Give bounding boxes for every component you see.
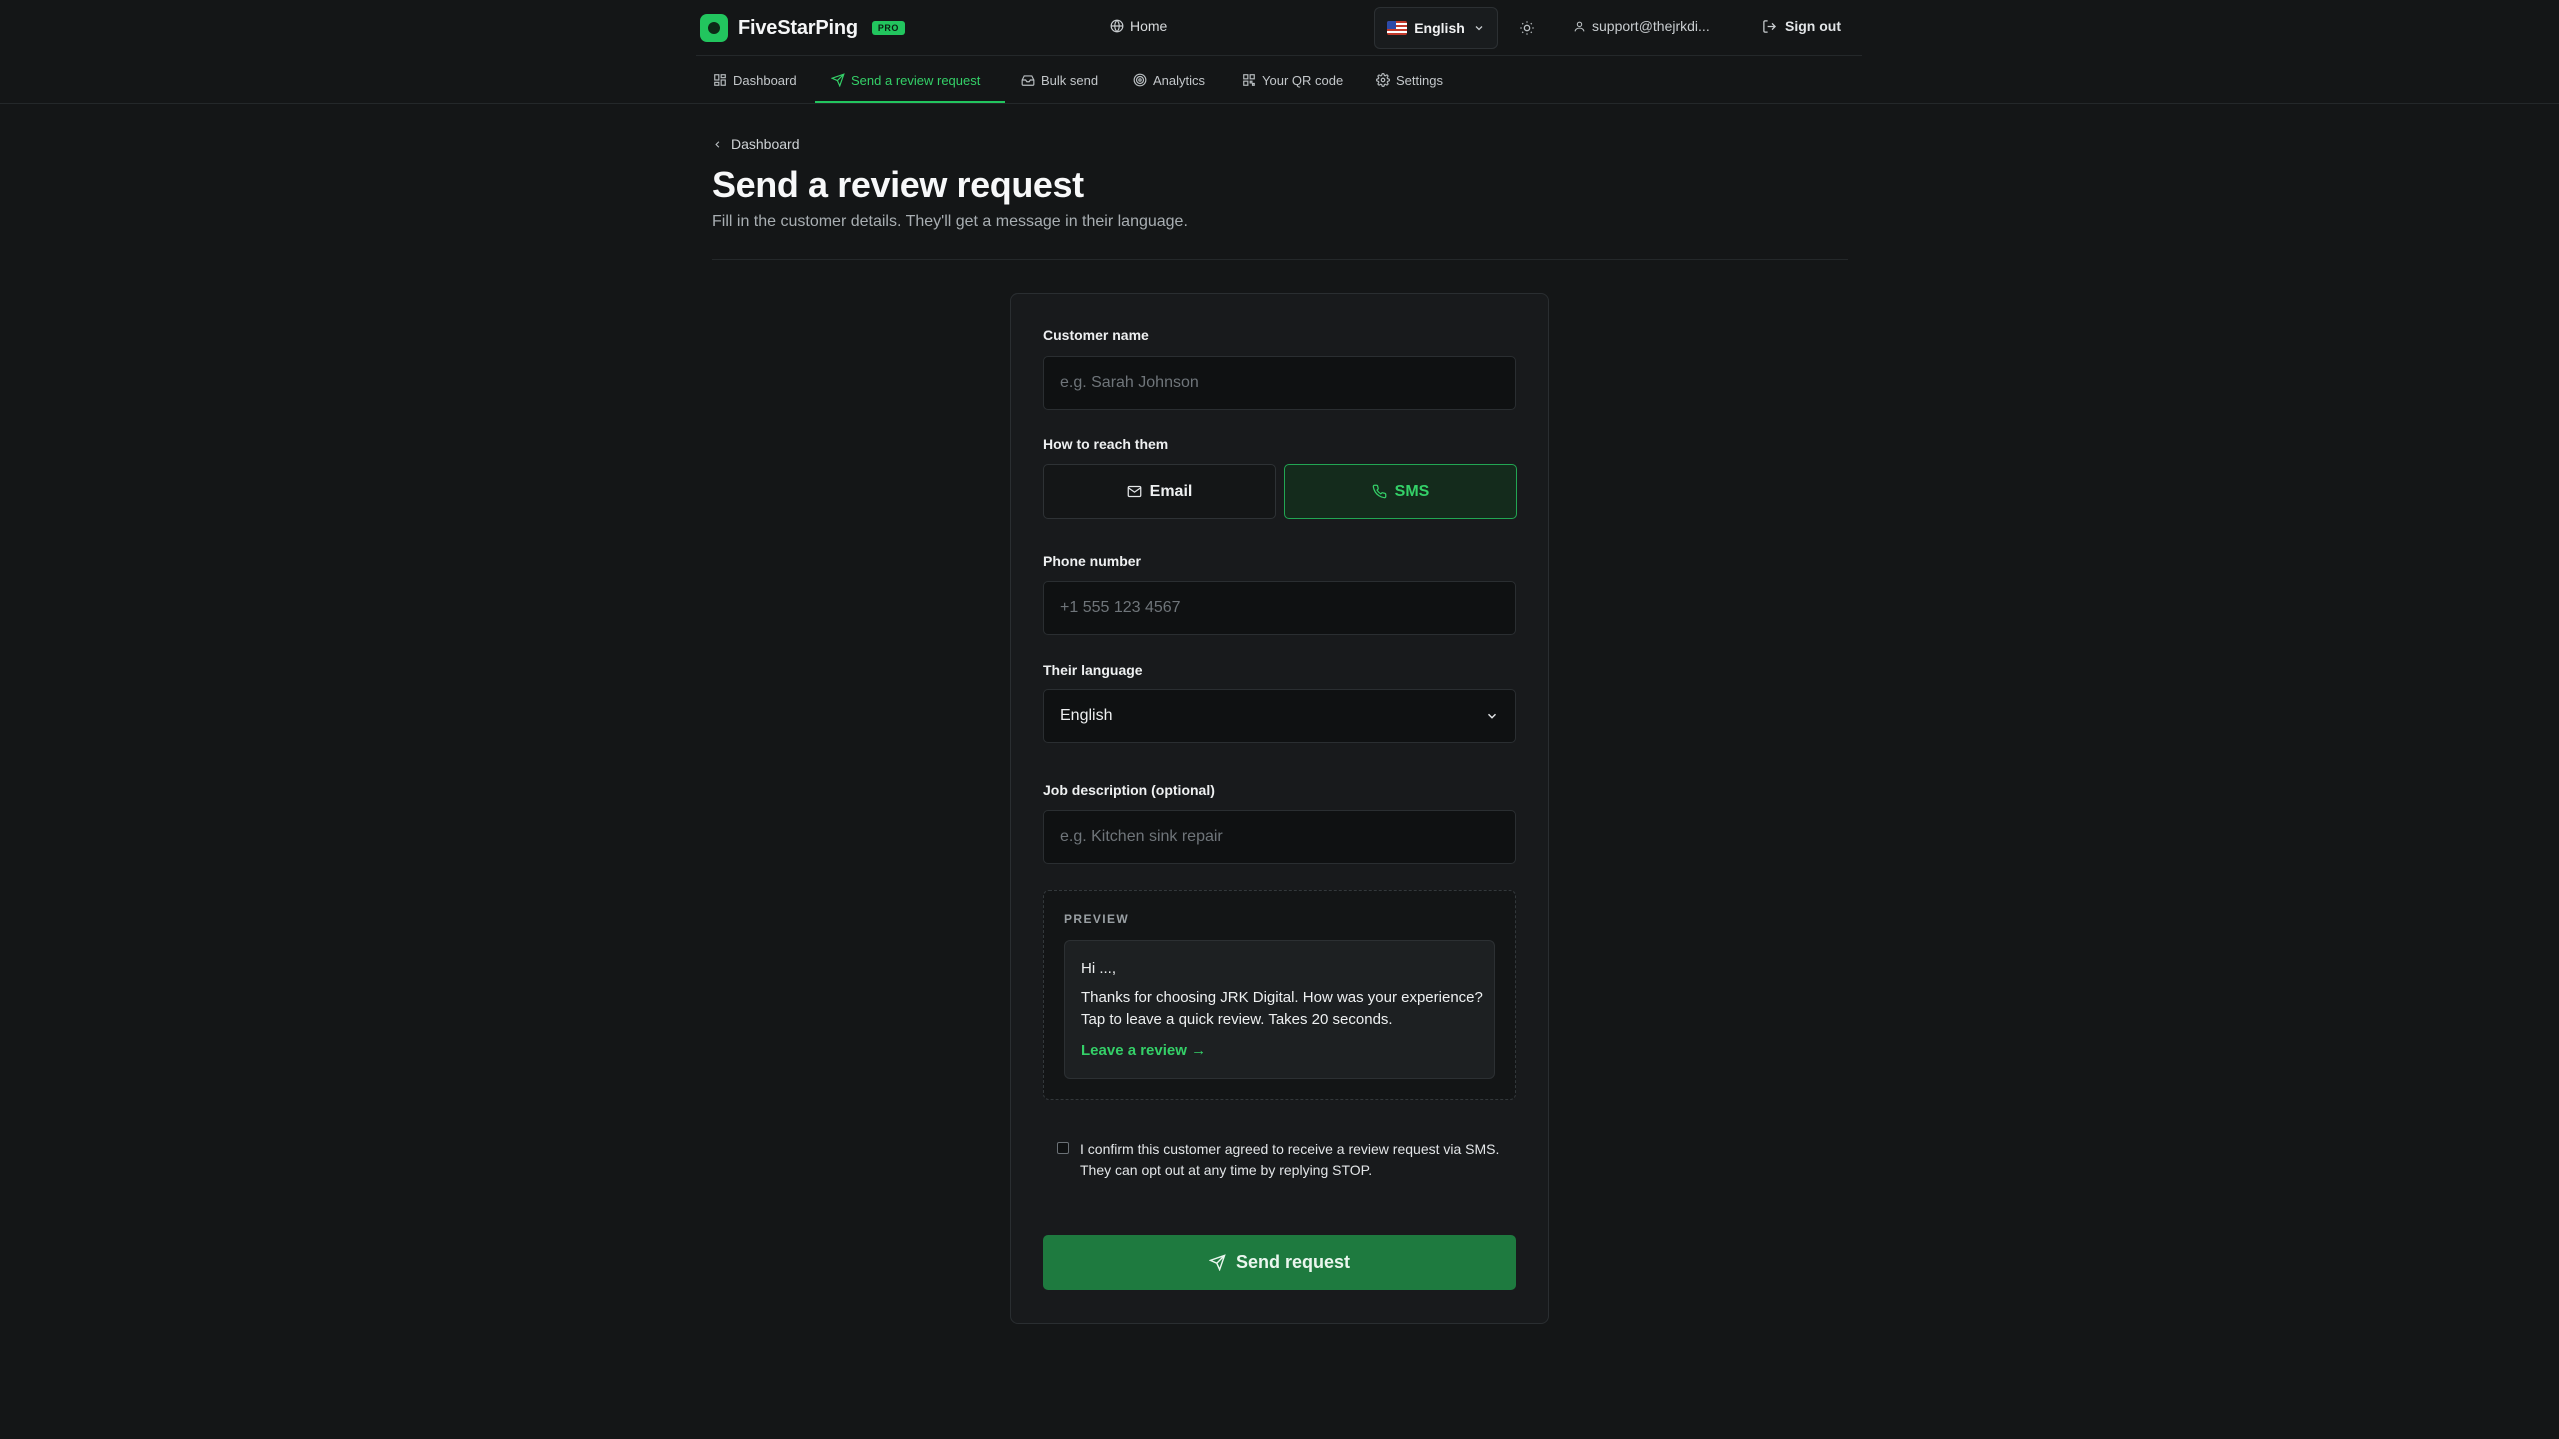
sun-icon bbox=[1520, 21, 1534, 35]
language-switcher[interactable]: English bbox=[1374, 7, 1498, 49]
chevron-down-icon bbox=[1475, 26, 1483, 31]
tab-label: Bulk send bbox=[1041, 72, 1099, 88]
user-account[interactable]: support@thejrkdi... bbox=[1573, 18, 1710, 34]
app-logo[interactable]: FiveStarPing PRO bbox=[700, 14, 905, 42]
tab-label: Send a review request bbox=[851, 72, 981, 88]
send-icon bbox=[831, 73, 845, 87]
job-description-input[interactable] bbox=[1043, 810, 1516, 864]
globe-icon bbox=[1110, 19, 1124, 33]
language-select[interactable]: English bbox=[1043, 689, 1516, 743]
app-name: FiveStarPing bbox=[738, 16, 858, 39]
grid-icon bbox=[714, 74, 726, 86]
sms-option-label: SMS bbox=[1394, 482, 1430, 500]
user-icon bbox=[1574, 21, 1585, 31]
user-email: support@thejrkdi... bbox=[1592, 18, 1710, 34]
home-label: Home bbox=[1130, 18, 1168, 34]
phone-number-input[interactable] bbox=[1043, 581, 1516, 635]
send-icon bbox=[1208, 1254, 1226, 1271]
preview-body: Thanks for choosing JRK Digital. How was… bbox=[1081, 989, 1483, 1028]
tab-analytics[interactable]: Analytics bbox=[1133, 56, 1205, 104]
email-option-label: Email bbox=[1149, 482, 1193, 500]
phone-icon bbox=[1372, 484, 1387, 499]
breadcrumb-label: Dashboard bbox=[731, 136, 800, 152]
sms-consent-checkbox[interactable] bbox=[1057, 1142, 1069, 1154]
customer-name-input[interactable] bbox=[1043, 356, 1516, 410]
nav-divider bbox=[0, 103, 2559, 104]
tab-label: Dashboard bbox=[733, 72, 797, 88]
preview-heading: PREVIEW bbox=[1064, 912, 1130, 926]
tab-qr-code[interactable]: Your QR code bbox=[1242, 56, 1343, 104]
reach-method-label: How to reach them bbox=[1043, 436, 1169, 452]
logo-icon bbox=[700, 14, 728, 42]
plan-badge: PRO bbox=[871, 21, 905, 35]
phone-number-label: Phone number bbox=[1043, 553, 1142, 569]
log-out-icon bbox=[1763, 19, 1777, 33]
language-label: Their language bbox=[1043, 662, 1143, 678]
chevron-down-icon bbox=[1487, 713, 1497, 719]
language-select-value: English bbox=[1060, 707, 1113, 724]
send-request-label: Send request bbox=[1235, 1252, 1351, 1272]
send-request-button[interactable]: Send request bbox=[1043, 1235, 1516, 1290]
tab-label: Your QR code bbox=[1262, 72, 1344, 88]
tab-send-review-request[interactable]: Send a review request bbox=[831, 56, 980, 104]
home-link[interactable]: Home bbox=[1110, 18, 1167, 34]
theme-toggle-button[interactable] bbox=[1516, 17, 1538, 39]
tab-label: Analytics bbox=[1153, 72, 1206, 88]
mail-icon bbox=[1127, 485, 1142, 498]
language-label: English bbox=[1414, 20, 1465, 36]
tab-bulk-send[interactable]: Bulk send bbox=[1021, 56, 1098, 104]
preview-review-link: Leave a review → bbox=[1081, 1042, 1207, 1059]
main-nav: Dashboard Send a review request Bulk sen… bbox=[0, 56, 2559, 104]
sign-out-button[interactable]: Sign out bbox=[1762, 18, 1841, 34]
preview-greeting: Hi ..., bbox=[1081, 960, 1117, 977]
breadcrumb[interactable]: Dashboard bbox=[712, 136, 800, 152]
page-title: Send a review request bbox=[712, 164, 1084, 205]
page-subtitle: Fill in the customer details. They'll ge… bbox=[712, 213, 1188, 230]
job-description-label: Job description (optional) bbox=[1043, 782, 1215, 798]
gear-icon bbox=[1376, 73, 1390, 87]
customer-name-label: Customer name bbox=[1043, 327, 1149, 343]
top-bar: FiveStarPing PRO Home English support@th… bbox=[0, 0, 2559, 56]
email-option-button[interactable]: Email bbox=[1043, 464, 1276, 519]
tab-dashboard[interactable]: Dashboard bbox=[713, 56, 797, 104]
sms-option-button[interactable]: SMS bbox=[1284, 464, 1517, 519]
qr-code-icon bbox=[1243, 74, 1255, 86]
sign-out-label: Sign out bbox=[1785, 18, 1841, 34]
inbox-icon bbox=[1021, 75, 1035, 86]
us-flag-icon bbox=[1387, 21, 1408, 35]
header-divider bbox=[712, 259, 1848, 260]
chevron-left-icon bbox=[715, 140, 720, 148]
target-icon bbox=[1133, 73, 1147, 87]
tab-label: Settings bbox=[1396, 72, 1443, 88]
sms-consent-text: I confirm this customer agreed to receiv… bbox=[1080, 1141, 1500, 1178]
tab-settings[interactable]: Settings bbox=[1376, 56, 1443, 104]
